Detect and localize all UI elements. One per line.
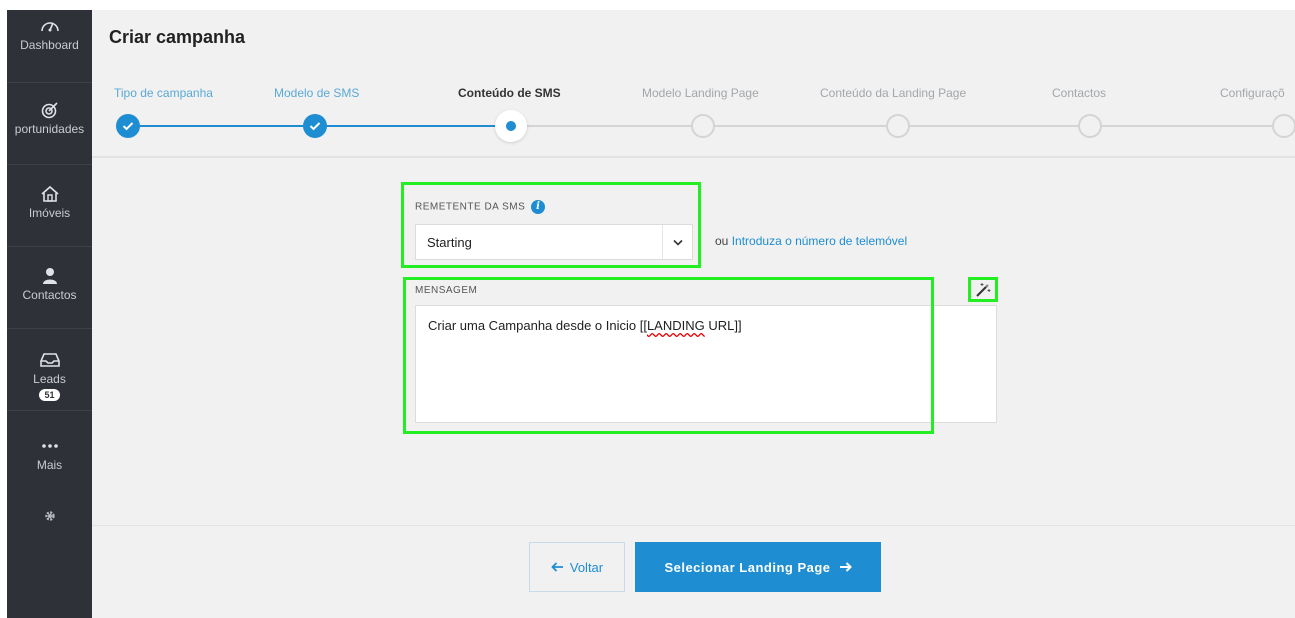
step-label-configuracoes: Configuraçõ <box>1220 86 1285 100</box>
step-dot-pending <box>691 114 715 138</box>
sidebar-item-label: Imóveis <box>28 206 71 220</box>
step-dot-done[interactable] <box>116 114 140 138</box>
enter-phone-number-link[interactable]: Introduza o número de telemóvel <box>732 234 907 248</box>
sidebar-divider <box>7 328 92 329</box>
back-button-label: Voltar <box>569 559 604 575</box>
sidebar-item-label: Mais <box>36 458 63 472</box>
sidebar-divider <box>7 82 92 83</box>
sidebar-item-imoveis[interactable]: Imóveis <box>7 184 92 220</box>
leads-count-badge: 51 <box>39 389 60 401</box>
sidebar-item-label: Dashboard <box>20 38 79 52</box>
step-dot-pending <box>1078 114 1102 138</box>
target-icon <box>39 100 61 120</box>
wizard-header: Criar campanha Tipo de campanha Modelo d… <box>92 10 1295 158</box>
step-label-modelo-landing-page: Modelo Landing Page <box>642 86 759 100</box>
user-icon <box>39 266 61 286</box>
step-dot-done[interactable] <box>303 114 327 138</box>
sidebar-divider <box>7 410 92 411</box>
home-icon <box>39 184 61 204</box>
gauge-icon <box>39 16 61 36</box>
gear-icon <box>39 506 61 526</box>
highlight-box-sender <box>401 182 701 268</box>
step-label-modelo-de-sms[interactable]: Modelo de SMS <box>274 86 359 100</box>
step-label-conteudo-landing-page: Conteúdo da Landing Page <box>820 86 967 100</box>
step-dot-pending <box>1272 114 1295 138</box>
sidebar-divider <box>7 164 92 165</box>
step-dot-active <box>495 110 527 142</box>
sidebar-item-leads[interactable]: Leads 51 <box>7 350 92 401</box>
app-frame: Dashboard portunidades Imóveis Contactos <box>7 10 1295 618</box>
back-button[interactable]: Voltar <box>529 542 625 592</box>
sidebar-item-settings[interactable] <box>7 506 92 526</box>
select-landing-page-button[interactable]: Selecionar Landing Page <box>635 542 881 592</box>
check-icon <box>309 122 321 131</box>
check-icon <box>122 122 134 131</box>
sidebar-item-contactos[interactable]: Contactos <box>7 266 92 302</box>
sidebar-item-mais[interactable]: Mais <box>7 436 92 472</box>
sidebar-item-label: portunidades <box>14 122 85 136</box>
step-label-conteudo-de-sms: Conteúdo de SMS <box>458 86 561 100</box>
sidebar-item-oportunidades[interactable]: portunidades <box>7 100 92 136</box>
sidebar-item-label: Leads <box>33 372 66 386</box>
footer-divider <box>92 525 1295 526</box>
or-prefix: ou <box>715 234 729 248</box>
sidebar-divider <box>7 246 92 247</box>
inbox-icon <box>39 350 61 370</box>
highlight-box-wand <box>968 277 998 302</box>
step-label-contactos: Contactos <box>1052 86 1107 100</box>
active-step-marker <box>506 121 516 131</box>
sidebar-item-label: Contactos <box>22 288 77 302</box>
arrow-right-icon <box>839 562 852 572</box>
sidebar: Dashboard portunidades Imóveis Contactos <box>7 10 92 618</box>
more-icon <box>39 436 61 456</box>
arrow-left-icon <box>551 562 563 572</box>
step-dot-pending <box>886 114 910 138</box>
highlight-box-message <box>403 277 934 434</box>
alternate-number-hint: ou Introduza o número de telemóvel <box>715 234 907 248</box>
next-button-label: Selecionar Landing Page <box>664 559 831 575</box>
step-label-tipo-de-campanha[interactable]: Tipo de campanha <box>114 86 213 100</box>
sidebar-item-dashboard[interactable]: Dashboard <box>7 16 92 52</box>
page-title: Criar campanha <box>109 27 246 47</box>
